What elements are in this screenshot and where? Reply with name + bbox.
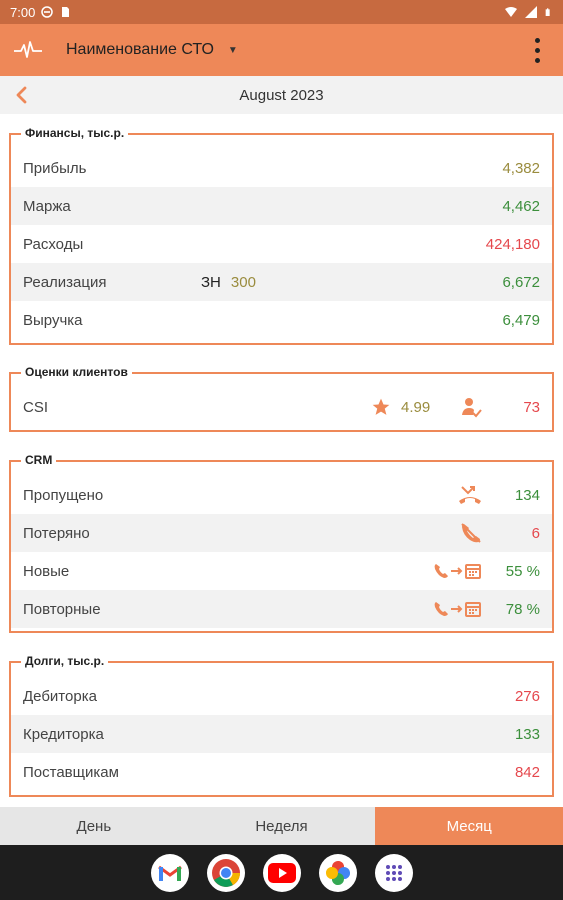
period-title: August 2023 xyxy=(239,86,324,104)
debts-row-receivables[interactable]: Дебиторка 276 xyxy=(11,677,552,715)
sim-icon xyxy=(62,7,70,17)
work-orders-count: ЗН 300 xyxy=(201,274,256,291)
missed-call-icon xyxy=(459,486,481,504)
call-to-calendar-icon xyxy=(434,564,481,579)
dnd-icon xyxy=(41,6,54,18)
user-check-icon xyxy=(462,398,482,418)
more-vert-icon[interactable] xyxy=(529,35,545,65)
row-label: Реализация xyxy=(23,273,107,291)
row-label: Пропущено xyxy=(23,486,104,504)
star-icon xyxy=(372,398,390,415)
lost-call-icon xyxy=(461,523,481,543)
debts-row-payables[interactable]: Кредиторка 133 xyxy=(11,715,552,753)
app-dock xyxy=(0,845,563,900)
tab-month[interactable]: Месяц xyxy=(375,807,563,845)
work-orders-label: ЗН xyxy=(201,273,221,291)
row-label: Повторные xyxy=(23,600,101,618)
row-value: 55 % xyxy=(505,562,540,580)
signal-icon xyxy=(525,6,537,18)
crm-section-title: CRM xyxy=(21,453,57,467)
period-tabs: День Неделя Месяц xyxy=(0,807,563,845)
row-label: Прибыль xyxy=(23,159,87,177)
status-bar: 7:00 xyxy=(0,0,563,24)
crm-section: CRM Пропущено 134 Потеряно 6 Новые 55 % … xyxy=(9,453,554,633)
row-label: Маржа xyxy=(23,197,71,215)
csi-count: 73 xyxy=(523,398,540,416)
csi-score: 4.99 xyxy=(401,398,431,416)
crm-row-lost[interactable]: Потеряно 6 xyxy=(11,514,552,552)
tab-week[interactable]: Неделя xyxy=(187,807,376,845)
status-time: 7:00 xyxy=(10,4,36,20)
finance-row-revenue[interactable]: Выручка 6,479 xyxy=(11,301,552,339)
row-value: 134 xyxy=(514,486,540,504)
row-label: Расходы xyxy=(23,235,84,253)
crm-row-repeat[interactable]: Повторные 78 % xyxy=(11,590,552,628)
pulse-logo-icon[interactable] xyxy=(8,30,48,70)
chevron-down-icon: ▼ xyxy=(227,44,238,56)
youtube-icon[interactable] xyxy=(262,853,301,892)
debts-section-title: Долги, тыс.р. xyxy=(21,654,109,668)
row-label: Выручка xyxy=(23,311,83,329)
app-drawer-icon[interactable] xyxy=(374,853,413,892)
finance-section: Финансы, тыс.р. Прибыль 4,382 Маржа 4,46… xyxy=(9,126,554,345)
finance-row-profit[interactable]: Прибыль 4,382 xyxy=(11,149,552,187)
debts-row-suppliers[interactable]: Поставщикам 842 xyxy=(11,753,552,791)
tab-day[interactable]: День xyxy=(0,807,188,845)
finance-row-sales[interactable]: Реализация ЗН 300 6,672 xyxy=(11,263,552,301)
service-station-selector[interactable]: Наименование СТО ▼ xyxy=(66,41,238,59)
row-value: 133 xyxy=(514,725,540,743)
chevron-left-icon[interactable] xyxy=(10,83,34,107)
row-value: 842 xyxy=(514,763,540,781)
ratings-section: Оценки клиентов CSI 4.99 73 xyxy=(9,365,554,432)
row-label: Потеряно xyxy=(23,524,90,542)
row-value: 424,180 xyxy=(485,235,540,253)
app-title: Наименование СТО xyxy=(66,41,214,58)
row-value: 6,672 xyxy=(502,273,540,291)
finance-row-margin[interactable]: Маржа 4,462 xyxy=(11,187,552,225)
row-value: 4,462 xyxy=(502,197,540,215)
crm-row-missed[interactable]: Пропущено 134 xyxy=(11,476,552,514)
row-value: 6 xyxy=(531,524,540,542)
wifi-icon xyxy=(505,7,517,17)
work-orders-value: 300 xyxy=(230,273,256,291)
finance-section-title: Финансы, тыс.р. xyxy=(21,126,129,140)
period-bar: August 2023 xyxy=(0,76,563,114)
row-label: Поставщикам xyxy=(23,763,119,781)
row-value: 4,382 xyxy=(502,159,540,177)
row-label: CSI xyxy=(23,398,49,416)
crm-row-new[interactable]: Новые 55 % xyxy=(11,552,552,590)
row-value: 6,479 xyxy=(502,311,540,329)
row-label: Новые xyxy=(23,562,70,580)
row-value: 78 % xyxy=(505,600,540,618)
photos-icon[interactable] xyxy=(318,853,357,892)
gmail-icon[interactable] xyxy=(150,853,189,892)
finance-row-expenses[interactable]: Расходы 424,180 xyxy=(11,225,552,263)
csi-score-group: 4.99 xyxy=(371,397,430,417)
debts-section: Долги, тыс.р. Дебиторка 276 Кредиторка 1… xyxy=(9,654,554,797)
app-bar: Наименование СТО ▼ xyxy=(0,24,563,76)
ratings-section-title: Оценки клиентов xyxy=(21,365,132,379)
csi-row[interactable]: CSI 4.99 73 xyxy=(11,388,552,426)
row-label: Дебиторка xyxy=(23,687,97,705)
call-to-calendar-icon xyxy=(434,602,481,617)
row-label: Кредиторка xyxy=(23,725,104,743)
row-value: 276 xyxy=(514,687,540,705)
chrome-icon[interactable] xyxy=(206,853,245,892)
battery-icon xyxy=(545,8,550,16)
